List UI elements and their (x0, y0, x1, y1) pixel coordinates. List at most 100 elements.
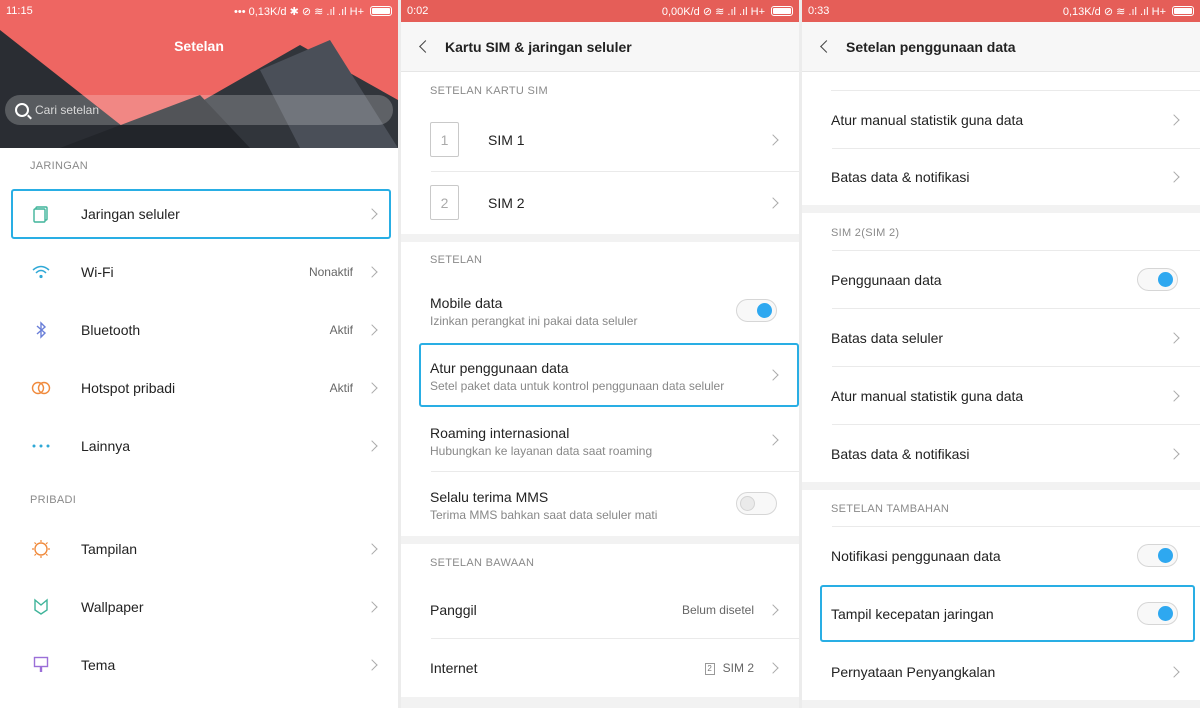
item-label: Wallpaper (81, 599, 144, 615)
limit-notif-row[interactable]: Batas data & notifikasi (802, 149, 1200, 205)
settings-item-more[interactable]: Lainnya (0, 421, 398, 471)
chevron-right-icon (366, 440, 378, 452)
section-spacer (401, 697, 799, 708)
settings-item-mobile-network[interactable]: Jaringan seluler (0, 189, 398, 239)
section-spacer (802, 700, 1200, 708)
internet-default-row[interactable]: Internet 2 SIM 2 (401, 639, 799, 697)
item-label: Batas data & notifikasi (831, 445, 970, 462)
item-subtitle: Izinkan perangkat ini pakai data seluler (430, 314, 638, 328)
item-value: Nonaktif (308, 265, 353, 279)
item-value: Belum disetel (681, 603, 754, 617)
item-label: Batas data & notifikasi (831, 169, 970, 185)
status-indicators: 0,00K/d ⊘ ≋ .ıl .ıl H+ (661, 5, 765, 18)
chevron-right-icon (366, 601, 378, 613)
manual-stats-row[interactable]: Atur manual statistik guna data (802, 91, 1200, 148)
roaming-row[interactable]: Roaming internasional Hubungkan ke layan… (401, 409, 799, 471)
sim-item-2[interactable]: 2 SIM 2 (401, 172, 799, 234)
sim-card-icon: 1 (430, 122, 459, 157)
data-usage-settings-panel: 0:33 0,13K/d ⊘ ≋ .ıl .ıl H+ Setelan peng… (802, 0, 1200, 708)
search-icon (15, 103, 29, 117)
chevron-right-icon (767, 197, 779, 209)
item-title: Mobile data (430, 295, 503, 311)
status-indicators: ••• 0,13K/d ✱ ⊘ ≋ .ıl .ıl H+ (234, 5, 364, 18)
item-title: Panggil (430, 602, 477, 618)
display-sun-icon (30, 538, 52, 560)
mobile-data-row[interactable]: Mobile data Izinkan perangkat ini pakai … (401, 280, 799, 342)
limit-notif-row-sim2[interactable]: Batas data & notifikasi (802, 425, 1200, 482)
call-default-row[interactable]: Panggil Belum disetel (401, 582, 799, 638)
battery-icon (771, 6, 793, 16)
item-value: Aktif (329, 381, 353, 395)
network-speed-toggle[interactable] (1137, 602, 1178, 625)
chevron-right-icon (1168, 665, 1180, 678)
status-bar: 0:33 0,13K/d ⊘ ≋ .ıl .ıl H+ (802, 0, 1200, 22)
item-label: SIM 2 (488, 195, 525, 211)
sim-cards-icon (30, 203, 52, 225)
wallpaper-icon (30, 596, 52, 618)
item-subtitle: Setel paket data untuk kontrol penggunaa… (430, 379, 725, 393)
item-label: Wi-Fi (81, 264, 114, 280)
settings-item-theme[interactable]: Tema (0, 640, 398, 690)
item-value: Aktif (329, 323, 353, 337)
network-speed-row[interactable]: Tampil kecepatan jaringan (802, 585, 1200, 642)
battery-icon (1172, 6, 1194, 16)
section-header-settings: SETELAN (430, 254, 483, 266)
section-header-default: SETELAN BAWAAN (430, 557, 535, 569)
chevron-right-icon (366, 543, 378, 555)
back-arrow-icon[interactable] (419, 40, 432, 53)
status-time: 0:02 (407, 5, 429, 17)
wifi-icon (30, 261, 52, 283)
chevron-right-icon (366, 208, 378, 220)
data-usage-row[interactable]: Atur penggunaan data Setel paket data un… (401, 343, 799, 407)
chevron-right-icon (767, 604, 779, 616)
settings-item-wifi[interactable]: Wi-Fi Nonaktif (0, 247, 398, 297)
header-background-art (0, 0, 398, 148)
chevron-right-icon (1168, 447, 1180, 460)
disclaimer-row[interactable]: Pernyataan Penyangkalan (802, 643, 1200, 700)
search-input[interactable]: Cari setelan (5, 95, 393, 125)
manual-stats-row-sim2[interactable]: Atur manual statistik guna data (802, 367, 1200, 424)
back-arrow-icon[interactable] (820, 40, 833, 53)
chevron-right-icon (366, 266, 378, 278)
item-title: Selalu terima MMS (430, 489, 549, 505)
chevron-right-icon (1168, 113, 1180, 126)
page-title: Setelan (174, 38, 224, 54)
sim-item-1[interactable]: 1 SIM 1 (401, 109, 799, 171)
sim-card-icon: 2 (430, 185, 459, 220)
settings-item-display[interactable]: Tampilan (0, 524, 398, 574)
sim-badge-icon: 2 (704, 662, 715, 675)
hotspot-icon (30, 377, 52, 399)
section-header-network: JARINGAN (30, 160, 89, 172)
chevron-right-icon (366, 324, 378, 336)
bluetooth-icon (30, 319, 52, 341)
chevron-right-icon (1168, 171, 1180, 183)
item-label: Atur manual statistik guna data (831, 111, 1024, 128)
app-bar: Setelan penggunaan data (802, 22, 1200, 72)
battery-icon (370, 6, 392, 16)
item-label: Tema (81, 657, 116, 673)
chevron-right-icon (1168, 331, 1180, 344)
item-label: Pernyataan Penyangkalan (831, 663, 996, 680)
usage-notif-row[interactable]: Notifikasi penggunaan data (802, 527, 1200, 584)
settings-item-wallpaper[interactable]: Wallpaper (0, 582, 398, 632)
section-header-extra: SETELAN TAMBAHAN (831, 503, 950, 515)
sim2-data-usage-row[interactable]: Penggunaan data (802, 251, 1200, 308)
chevron-right-icon (767, 134, 779, 146)
mms-row[interactable]: Selalu terima MMS Terima MMS bahkan saat… (401, 472, 799, 536)
more-dots-icon (30, 435, 52, 457)
section-spacer (802, 482, 1200, 490)
mobile-data-toggle[interactable] (736, 299, 777, 322)
section-header-sim: SETELAN KARTU SIM (430, 85, 548, 97)
chevron-right-icon (366, 382, 378, 394)
theme-brush-icon (30, 654, 52, 676)
section-spacer (401, 234, 799, 242)
usage-notif-toggle[interactable] (1137, 544, 1178, 567)
data-usage-toggle[interactable] (1137, 268, 1178, 291)
settings-item-bluetooth[interactable]: Bluetooth Aktif (0, 305, 398, 355)
settings-item-hotspot[interactable]: Hotspot pribadi Aktif (0, 363, 398, 413)
mobile-data-limit-row[interactable]: Batas data seluler (802, 309, 1200, 366)
item-label: Batas data seluler (831, 329, 944, 346)
item-value: 2 SIM 2 (704, 661, 754, 675)
app-bar: Kartu SIM & jaringan seluler (401, 22, 799, 72)
mms-toggle[interactable] (736, 492, 777, 515)
